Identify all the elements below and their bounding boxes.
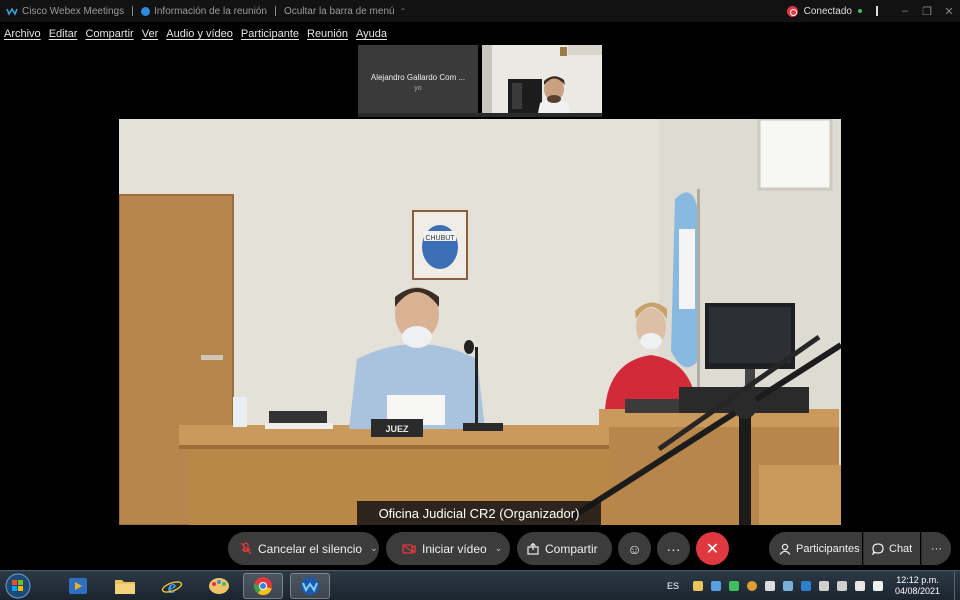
self-video-thumbnail[interactable]: Alejandro Gallardo Com ... yo	[358, 45, 478, 113]
start-video-label: Iniciar vídeo	[422, 541, 487, 556]
participants-button[interactable]: Participantes	[769, 532, 862, 565]
signal-icon[interactable]	[836, 581, 847, 591]
participant-video-image	[482, 45, 602, 113]
menu-bar: Archivo Editar Compartir Ver Audio y víd…	[0, 24, 391, 44]
taskbar-chrome[interactable]	[243, 573, 283, 599]
chevron-down-icon[interactable]: ⌄	[370, 543, 378, 554]
app-title: Cisco Webex Meetings	[22, 5, 125, 17]
menu-item-ayuda[interactable]: Ayuda	[356, 28, 387, 40]
thumbnail-strip	[358, 113, 602, 117]
divider	[876, 6, 878, 16]
share-icon	[527, 542, 539, 555]
tray-safely-remove-icon[interactable]	[782, 581, 793, 591]
menu-item-audio-video[interactable]: Audio y vídeo	[166, 28, 233, 40]
tray-network-icon[interactable]	[710, 581, 721, 591]
camera-off-icon	[402, 543, 416, 554]
recording-status-icon	[786, 5, 798, 17]
title-bar: Cisco Webex Meetings Información de la r…	[0, 0, 960, 22]
panel-options-button[interactable]: ···	[921, 532, 951, 565]
menu-item-archivo[interactable]: Archivo	[4, 28, 41, 40]
participants-icon	[779, 543, 791, 555]
tray-bluetooth-icon[interactable]	[800, 581, 811, 591]
menu-item-ver[interactable]: Ver	[142, 28, 159, 40]
titlebar-right: Conectado – ❐ ✕	[786, 0, 960, 22]
media-player-icon	[69, 578, 87, 594]
windows-taskbar: e ES 12:12 p.m. 04/08/2021	[0, 570, 960, 600]
windows-start-icon[interactable]	[4, 573, 32, 599]
share-button[interactable]: Compartir	[517, 532, 612, 565]
webex-icon	[301, 577, 319, 595]
tray-app-icon[interactable]	[746, 581, 757, 591]
close-button[interactable]: ✕	[938, 5, 960, 18]
main-video-area[interactable]: CHUBUT JUEZ	[119, 119, 841, 525]
language-indicator[interactable]: ES	[667, 581, 679, 591]
info-icon	[141, 6, 151, 16]
chat-label: Chat	[889, 542, 913, 555]
clock-time: 12:12 p.m.	[896, 575, 939, 585]
status-dot-icon	[858, 9, 862, 13]
show-desktop-button[interactable]	[954, 571, 960, 600]
tray-folder-icon[interactable]	[692, 581, 703, 591]
mute-button-label: Cancelar el silencio	[258, 541, 363, 556]
start-video-button[interactable]: Iniciar vídeo ⌄	[386, 532, 510, 565]
chat-button[interactable]: Chat	[863, 532, 920, 565]
hide-menu-bar-link[interactable]: Ocultar la barra de menú	[284, 6, 395, 17]
courtroom-video-image: CHUBUT JUEZ	[119, 119, 841, 525]
desk-nameplate: JUEZ	[385, 424, 409, 434]
menu-item-compartir[interactable]: Compartir	[85, 28, 133, 40]
panel-options-icon: ···	[931, 542, 942, 555]
connection-status: Conectado	[803, 5, 852, 17]
participants-label: Participantes	[796, 542, 860, 555]
paint-icon	[209, 578, 229, 594]
menu-item-reunion[interactable]: Reunión	[307, 28, 348, 40]
clock-date: 04/08/2021	[894, 586, 940, 596]
microphone-muted-icon	[240, 541, 252, 554]
chevron-down-icon[interactable]: ⌄	[495, 543, 503, 554]
menu-item-editar[interactable]: Editar	[49, 28, 78, 40]
divider	[274, 6, 276, 16]
chrome-icon	[253, 577, 272, 596]
tray-shield-icon[interactable]	[728, 581, 739, 591]
menu-item-participante[interactable]: Participante	[241, 28, 299, 40]
taskbar-clock[interactable]: 12:12 p.m. 04/08/2021	[895, 575, 940, 597]
taskbar-paint[interactable]	[199, 573, 239, 599]
folder-icon	[115, 580, 135, 594]
meeting-info-link[interactable]: Información de la reunión	[154, 6, 267, 17]
end-meeting-button[interactable]: ✕	[696, 532, 729, 565]
taskbar-media-player[interactable]	[58, 573, 98, 599]
share-label: Compartir	[545, 541, 598, 556]
flag-icon[interactable]	[872, 581, 883, 591]
tray-device-icon[interactable]	[764, 581, 775, 591]
system-tray: ES 12:12 p.m. 04/08/2021	[667, 571, 960, 600]
more-icon: ···	[666, 540, 681, 557]
divider	[132, 6, 134, 16]
volume-icon[interactable]	[818, 581, 829, 591]
taskbar-internet-explorer[interactable]: e	[152, 573, 192, 599]
more-options-button[interactable]: ···	[657, 532, 690, 565]
power-icon[interactable]	[854, 581, 865, 591]
minimize-button[interactable]: –	[894, 5, 916, 17]
restore-button[interactable]: ❐	[916, 5, 938, 18]
taskbar-file-explorer[interactable]	[105, 573, 145, 599]
reactions-button[interactable]: ☺	[618, 532, 651, 565]
sign-text: CHUBUT	[425, 235, 455, 242]
chat-icon	[872, 542, 884, 555]
active-speaker-label: Oficina Judicial CR2 (Organizador)	[357, 501, 601, 525]
participant-video-thumbnail[interactable]	[482, 45, 602, 113]
participant-name: Alejandro Gallardo Com ...	[370, 73, 466, 82]
webex-logo-icon	[6, 7, 18, 16]
end-call-icon: ✕	[705, 540, 720, 558]
reactions-icon: ☺	[627, 540, 642, 557]
taskbar-webex[interactable]	[290, 573, 330, 599]
participant-sub: yo	[414, 85, 422, 92]
chevron-up-icon[interactable]: ⌃	[400, 7, 407, 16]
svg-text:e: e	[168, 577, 177, 596]
mute-button[interactable]: Cancelar el silencio ⌄	[228, 532, 379, 565]
internet-explorer-icon: e	[161, 577, 183, 596]
